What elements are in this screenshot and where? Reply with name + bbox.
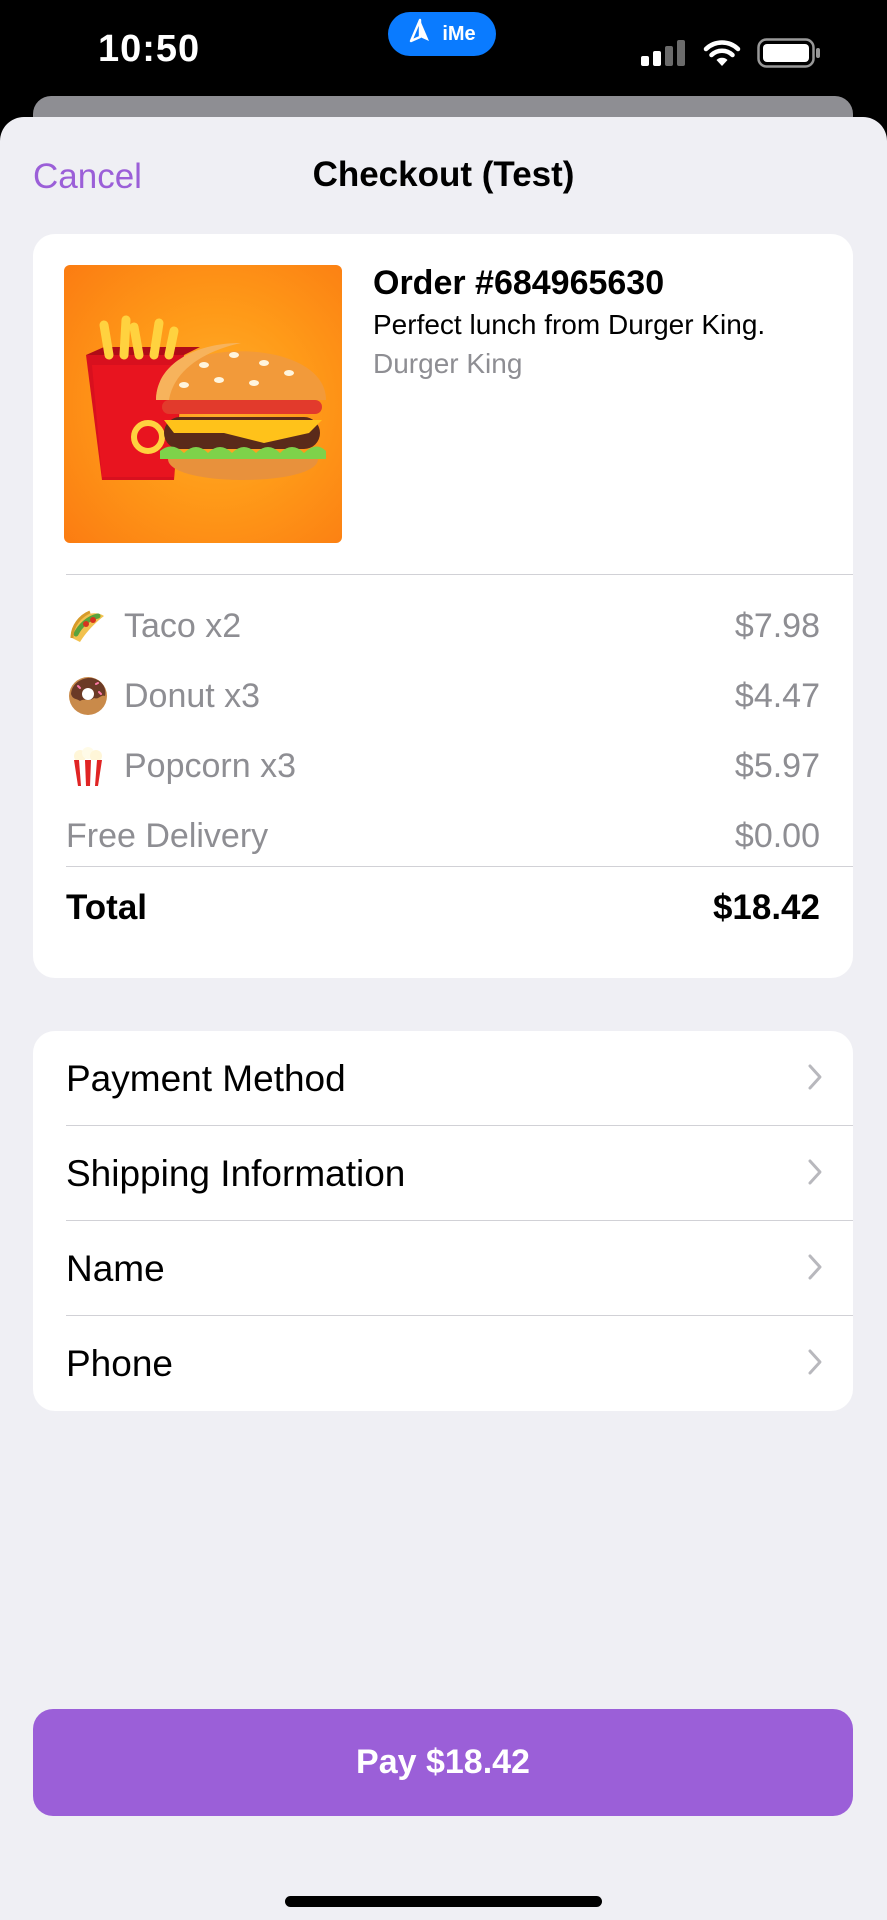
line-item-price: $5.97 — [734, 746, 820, 785]
order-description: Perfect lunch from Durger King. — [373, 309, 766, 340]
line-item-label: Free Delivery — [66, 816, 269, 855]
taco-icon — [66, 604, 110, 648]
phone-row[interactable]: Phone — [66, 1316, 853, 1411]
total-row: Total $18.42 — [66, 882, 820, 934]
checkout-info-card: Payment Method Shipping Information Name… — [33, 1031, 853, 1411]
line-item-delivery: Free Delivery $0.00 — [66, 810, 820, 862]
order-number: Order #684965630 — [373, 264, 665, 302]
pay-button[interactable]: Pay $18.42 — [33, 1709, 853, 1816]
line-item-price: $0.00 — [734, 816, 820, 855]
total-value: $18.42 — [712, 888, 820, 927]
line-item-price: $4.47 — [734, 676, 820, 715]
system-icons — [641, 38, 821, 73]
ime-pill[interactable]: iMe — [388, 12, 496, 56]
order-summary-card: Order #684965630 Perfect lunch from Durg… — [33, 234, 853, 978]
merchant-name: Durger King — [373, 348, 523, 379]
line-item-taco: Taco x2 $7.98 — [66, 600, 820, 652]
line-item-label: Taco x2 — [124, 606, 242, 645]
name-row[interactable]: Name — [66, 1221, 853, 1316]
row-label: Payment Method — [66, 1057, 346, 1099]
line-item-label: Donut x3 — [124, 676, 261, 715]
battery-icon — [757, 38, 821, 73]
line-item-price: $7.98 — [734, 606, 820, 645]
total-label: Total — [66, 888, 148, 927]
row-label: Name — [66, 1247, 165, 1289]
row-label: Shipping Information — [66, 1152, 406, 1194]
divider — [66, 866, 853, 867]
cellular-signal-icon — [641, 40, 687, 71]
shipping-information-row[interactable]: Shipping Information — [66, 1126, 853, 1221]
chevron-right-icon — [807, 1153, 823, 1195]
cancel-button[interactable]: Cancel — [33, 157, 142, 197]
divider — [66, 574, 853, 575]
ime-logo-icon — [408, 18, 432, 50]
chevron-right-icon — [807, 1058, 823, 1100]
home-indicator[interactable] — [285, 1896, 602, 1907]
status-time: 10:50 — [98, 28, 201, 70]
row-label: Phone — [66, 1342, 173, 1384]
chevron-right-icon — [807, 1248, 823, 1290]
checkout-sheet: Checkout (Test) Cancel Order #684965630 … — [0, 117, 887, 1920]
payment-method-row[interactable]: Payment Method — [66, 1031, 853, 1126]
popcorn-icon — [66, 744, 110, 788]
donut-icon — [66, 674, 110, 718]
line-item-popcorn: Popcorn x3 $5.97 — [66, 740, 820, 792]
chevron-right-icon — [807, 1343, 823, 1385]
status-bar: 10:50 iMe — [0, 0, 887, 96]
line-item-label: Popcorn x3 — [124, 746, 296, 785]
burger-fries-image — [64, 265, 342, 543]
line-item-donut: Donut x3 $4.47 — [66, 670, 820, 722]
ime-pill-label: iMe — [442, 22, 476, 45]
wifi-icon — [703, 39, 741, 72]
